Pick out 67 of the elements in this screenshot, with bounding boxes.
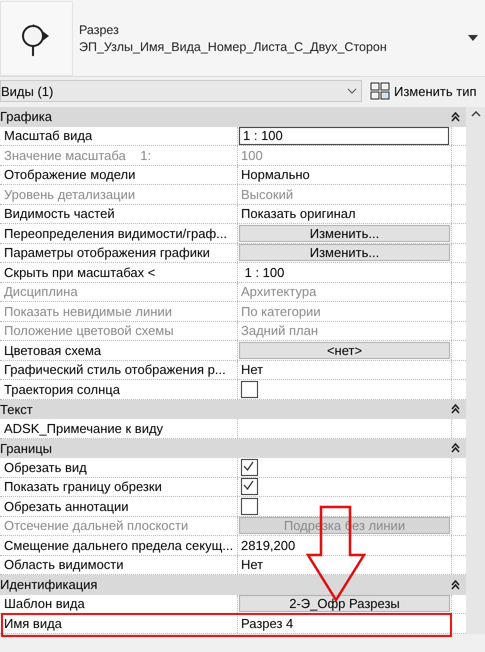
family-name: Разрез	[79, 22, 120, 36]
checkbox[interactable]	[241, 458, 258, 476]
property-name: Область видимости	[4, 557, 124, 572]
property-name: Смещение дальнего предела секущ...	[4, 538, 234, 553]
property-name: Скрыть при масштабах <	[4, 264, 156, 280]
property-name: Уровень детализации	[4, 186, 136, 202]
property-name: Переопределения видимости/граф...	[4, 226, 228, 241]
property-name: Показать невидимые линии	[4, 304, 172, 319]
property-name: Видимость частей	[4, 206, 115, 222]
checkbox[interactable]	[241, 498, 258, 515]
property-name: Отсечение дальней плоскости	[4, 518, 188, 534]
property-button[interactable]: 2-Э_Офр Разрезы	[239, 595, 450, 612]
group-title: Графика	[0, 109, 52, 124]
property-value: Нормально	[240, 167, 310, 182]
dropdown-arrow-icon[interactable]	[468, 35, 478, 41]
chevron-down-icon[interactable]	[347, 88, 357, 94]
property-button[interactable]: Изменить...	[239, 224, 450, 242]
property-button[interactable]: Изменить...	[239, 244, 450, 262]
property-button[interactable]: <нет>	[239, 342, 450, 359]
group-header[interactable]: Графика	[0, 107, 466, 126]
property-name: Траектория солнца	[4, 382, 120, 397]
property-value: Разрез 4	[240, 616, 294, 631]
property-name: Параметры отображения графики	[4, 245, 210, 260]
property-name: Отображение модели	[4, 167, 136, 182]
type-name: ЭП_Узлы_Имя_Вида_Номер_Листа_С_Двух_Сторон	[79, 40, 388, 54]
checkbox[interactable]	[241, 380, 258, 398]
property-value: 2819,200	[240, 538, 296, 553]
collapse-icon[interactable]	[451, 580, 460, 590]
property-name: Имя вида	[4, 616, 62, 631]
property-value: Задний план	[240, 323, 318, 338]
property-name: Значение масштаба 1:	[4, 148, 152, 163]
property-name: Положение цветовой схемы	[4, 323, 174, 338]
checkmark-icon	[242, 479, 255, 492]
property-name: Обрезать вид	[4, 460, 87, 475]
property-value: Нет	[240, 362, 264, 378]
property-value: Высокий	[240, 186, 294, 202]
edit-type-icon	[370, 82, 390, 100]
property-value: Архитектура	[240, 284, 316, 300]
property-name: Обрезать аннотации	[4, 498, 129, 514]
group-title: Текст	[0, 402, 33, 417]
property-value: 1 : 100	[244, 264, 284, 280]
collapse-icon[interactable]	[451, 112, 460, 122]
group-title: Идентификация	[0, 577, 98, 592]
group-header[interactable]: Текст	[0, 400, 466, 419]
checkbox[interactable]	[241, 478, 258, 496]
group-title: Границы	[0, 440, 52, 456]
collapse-icon[interactable]	[451, 443, 460, 454]
scroll-up-icon[interactable]	[470, 111, 480, 117]
property-name: Дисциплина	[4, 284, 78, 300]
group-header[interactable]: Идентификация	[0, 575, 466, 594]
checkmark-icon	[242, 460, 255, 473]
value-field[interactable]: 1 : 100	[239, 126, 449, 145]
collapse-icon[interactable]	[451, 404, 460, 414]
property-value: Показать оригинал	[240, 206, 356, 222]
group-header[interactable]: Границы	[0, 438, 466, 458]
property-name: Графический стиль отображения р...	[4, 362, 226, 378]
property-value: 100	[240, 148, 263, 163]
property-name: Масштаб вида	[4, 128, 92, 144]
property-value: Нет	[240, 557, 264, 572]
edit-type-button[interactable]: Изменить тип	[366, 82, 481, 100]
property-value: По категории	[240, 304, 321, 319]
property-name: Показать границу обрезки	[4, 479, 162, 494]
property-name: ADSK_Примечание к виду	[4, 420, 164, 436]
property-name: Шаблон вида	[4, 596, 85, 612]
filter-dropdown[interactable]: Виды (1)	[0, 80, 362, 102]
scrollbar[interactable]	[466, 107, 485, 634]
property-name: Цветовая схема	[4, 342, 102, 358]
